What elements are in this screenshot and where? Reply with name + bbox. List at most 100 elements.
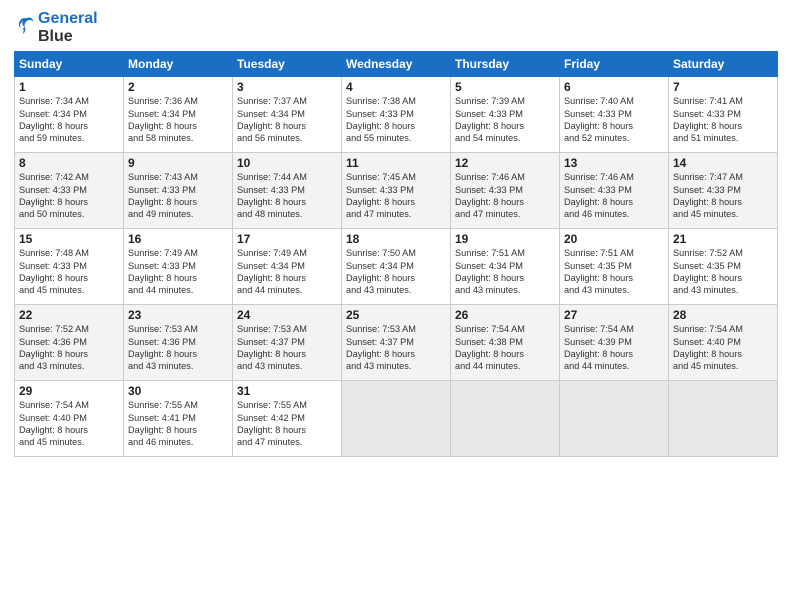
- calendar-week-row: 22 Sunrise: 7:52 AMSunset: 4:36 PMDayligh…: [15, 305, 778, 381]
- calendar-cell: 27 Sunrise: 7:54 AMSunset: 4:39 PMDayligh…: [560, 305, 669, 381]
- cell-content: Sunrise: 7:54 AMSunset: 4:40 PMDaylight:…: [19, 400, 89, 447]
- calendar-cell: 22 Sunrise: 7:52 AMSunset: 4:36 PMDayligh…: [15, 305, 124, 381]
- cell-content: Sunrise: 7:50 AMSunset: 4:34 PMDaylight:…: [346, 248, 416, 295]
- calendar-cell: 11 Sunrise: 7:45 AMSunset: 4:33 PMDayligh…: [342, 153, 451, 229]
- weekday-header-saturday: Saturday: [669, 52, 778, 77]
- weekday-header-monday: Monday: [124, 52, 233, 77]
- day-number: 15: [19, 232, 119, 246]
- calendar-cell: 7 Sunrise: 7:41 AMSunset: 4:33 PMDaylight…: [669, 77, 778, 153]
- day-number: 27: [564, 308, 664, 322]
- cell-content: Sunrise: 7:39 AMSunset: 4:33 PMDaylight:…: [455, 96, 525, 143]
- day-number: 21: [673, 232, 773, 246]
- day-number: 23: [128, 308, 228, 322]
- day-number: 26: [455, 308, 555, 322]
- cell-content: Sunrise: 7:53 AMSunset: 4:37 PMDaylight:…: [346, 324, 416, 371]
- calendar-cell: [669, 381, 778, 457]
- cell-content: Sunrise: 7:53 AMSunset: 4:37 PMDaylight:…: [237, 324, 307, 371]
- day-number: 14: [673, 156, 773, 170]
- day-number: 2: [128, 80, 228, 94]
- cell-content: Sunrise: 7:46 AMSunset: 4:33 PMDaylight:…: [455, 172, 525, 219]
- day-number: 3: [237, 80, 337, 94]
- calendar-cell: 5Sunrise: 7:39 AMSunset: 4:33 PMDaylight…: [451, 77, 560, 153]
- calendar-cell: 15 Sunrise: 7:48 AMSunset: 4:33 PMDayligh…: [15, 229, 124, 305]
- cell-content: Sunrise: 7:55 AMSunset: 4:42 PMDaylight:…: [237, 400, 307, 447]
- cell-content: Sunrise: 7:45 AMSunset: 4:33 PMDaylight:…: [346, 172, 416, 219]
- cell-content: Sunrise: 7:38 AMSunset: 4:33 PMDaylight:…: [346, 96, 416, 143]
- day-number: 4: [346, 80, 446, 94]
- cell-content: Sunrise: 7:54 AMSunset: 4:38 PMDaylight:…: [455, 324, 525, 371]
- calendar-week-row: 8 Sunrise: 7:42 AMSunset: 4:33 PMDaylight…: [15, 153, 778, 229]
- cell-content: Sunrise: 7:48 AMSunset: 4:33 PMDaylight:…: [19, 248, 89, 295]
- cell-content: Sunrise: 7:44 AMSunset: 4:33 PMDaylight:…: [237, 172, 307, 219]
- cell-content: Sunrise: 7:43 AMSunset: 4:33 PMDaylight:…: [128, 172, 198, 219]
- calendar-cell: 19Sunrise: 7:51 AMSunset: 4:34 PMDayligh…: [451, 229, 560, 305]
- weekday-header-thursday: Thursday: [451, 52, 560, 77]
- weekday-header-friday: Friday: [560, 52, 669, 77]
- page-container: GeneralBlue SundayMondayTuesdayWednesday…: [0, 0, 792, 465]
- day-number: 19: [455, 232, 555, 246]
- logo-icon: [14, 14, 36, 36]
- calendar-cell: 24 Sunrise: 7:53 AMSunset: 4:37 PMDayligh…: [233, 305, 342, 381]
- day-number: 17: [237, 232, 337, 246]
- calendar-week-row: 1 Sunrise: 7:34 AMSunset: 4:34 PMDaylight…: [15, 77, 778, 153]
- day-number: 8: [19, 156, 119, 170]
- cell-content: Sunrise: 7:49 AMSunset: 4:34 PMDaylight:…: [237, 248, 307, 295]
- day-number: 13: [564, 156, 664, 170]
- day-number: 30: [128, 384, 228, 398]
- weekday-header-row: SundayMondayTuesdayWednesdayThursdayFrid…: [15, 52, 778, 77]
- logo: GeneralBlue: [14, 10, 98, 45]
- calendar-cell: [451, 381, 560, 457]
- header: GeneralBlue: [14, 10, 778, 45]
- calendar-week-row: 29 Sunrise: 7:54 AMSunset: 4:40 PMDayligh…: [15, 381, 778, 457]
- day-number: 20: [564, 232, 664, 246]
- calendar-cell: 3 Sunrise: 7:37 AMSunset: 4:34 PMDaylight…: [233, 77, 342, 153]
- weekday-header-tuesday: Tuesday: [233, 52, 342, 77]
- day-number: 22: [19, 308, 119, 322]
- day-number: 24: [237, 308, 337, 322]
- weekday-header-wednesday: Wednesday: [342, 52, 451, 77]
- cell-content: Sunrise: 7:53 AMSunset: 4:36 PMDaylight:…: [128, 324, 198, 371]
- calendar-cell: 28Sunrise: 7:54 AMSunset: 4:40 PMDayligh…: [669, 305, 778, 381]
- cell-content: Sunrise: 7:52 AMSunset: 4:35 PMDaylight:…: [673, 248, 743, 295]
- day-number: 12: [455, 156, 555, 170]
- cell-content: Sunrise: 7:37 AMSunset: 4:34 PMDaylight:…: [237, 96, 307, 143]
- calendar-table: SundayMondayTuesdayWednesdayThursdayFrid…: [14, 51, 778, 457]
- calendar-cell: 21 Sunrise: 7:52 AMSunset: 4:35 PMDayligh…: [669, 229, 778, 305]
- day-number: 31: [237, 384, 337, 398]
- day-number: 16: [128, 232, 228, 246]
- cell-content: Sunrise: 7:41 AMSunset: 4:33 PMDaylight:…: [673, 96, 743, 143]
- calendar-cell: [342, 381, 451, 457]
- calendar-cell: 4 Sunrise: 7:38 AMSunset: 4:33 PMDaylight…: [342, 77, 451, 153]
- calendar-cell: 20 Sunrise: 7:51 AMSunset: 4:35 PMDayligh…: [560, 229, 669, 305]
- cell-content: Sunrise: 7:55 AMSunset: 4:41 PMDaylight:…: [128, 400, 198, 447]
- calendar-cell: 13 Sunrise: 7:46 AMSunset: 4:33 PMDayligh…: [560, 153, 669, 229]
- cell-content: Sunrise: 7:49 AMSunset: 4:33 PMDaylight:…: [128, 248, 198, 295]
- cell-content: Sunrise: 7:52 AMSunset: 4:36 PMDaylight:…: [19, 324, 89, 371]
- day-number: 1: [19, 80, 119, 94]
- calendar-cell: 10 Sunrise: 7:44 AMSunset: 4:33 PMDayligh…: [233, 153, 342, 229]
- weekday-header-sunday: Sunday: [15, 52, 124, 77]
- cell-content: Sunrise: 7:36 AMSunset: 4:34 PMDaylight:…: [128, 96, 198, 143]
- calendar-cell: 29 Sunrise: 7:54 AMSunset: 4:40 PMDayligh…: [15, 381, 124, 457]
- calendar-cell: 30 Sunrise: 7:55 AMSunset: 4:41 PMDayligh…: [124, 381, 233, 457]
- day-number: 7: [673, 80, 773, 94]
- calendar-cell: 17 Sunrise: 7:49 AMSunset: 4:34 PMDayligh…: [233, 229, 342, 305]
- cell-content: Sunrise: 7:46 AMSunset: 4:33 PMDaylight:…: [564, 172, 634, 219]
- cell-content: Sunrise: 7:40 AMSunset: 4:33 PMDaylight:…: [564, 96, 634, 143]
- calendar-cell: [560, 381, 669, 457]
- calendar-cell: 18Sunrise: 7:50 AMSunset: 4:34 PMDayligh…: [342, 229, 451, 305]
- calendar-cell: 6Sunrise: 7:40 AMSunset: 4:33 PMDaylight…: [560, 77, 669, 153]
- cell-content: Sunrise: 7:47 AMSunset: 4:33 PMDaylight:…: [673, 172, 743, 219]
- calendar-cell: 31 Sunrise: 7:55 AMSunset: 4:42 PMDayligh…: [233, 381, 342, 457]
- cell-content: Sunrise: 7:51 AMSunset: 4:35 PMDaylight:…: [564, 248, 634, 295]
- day-number: 10: [237, 156, 337, 170]
- calendar-cell: 14 Sunrise: 7:47 AMSunset: 4:33 PMDayligh…: [669, 153, 778, 229]
- cell-content: Sunrise: 7:34 AMSunset: 4:34 PMDaylight:…: [19, 96, 89, 143]
- day-number: 11: [346, 156, 446, 170]
- cell-content: Sunrise: 7:54 AMSunset: 4:39 PMDaylight:…: [564, 324, 634, 371]
- day-number: 9: [128, 156, 228, 170]
- cell-content: Sunrise: 7:42 AMSunset: 4:33 PMDaylight:…: [19, 172, 89, 219]
- calendar-cell: 23 Sunrise: 7:53 AMSunset: 4:36 PMDayligh…: [124, 305, 233, 381]
- logo-text: GeneralBlue: [38, 10, 98, 45]
- day-number: 29: [19, 384, 119, 398]
